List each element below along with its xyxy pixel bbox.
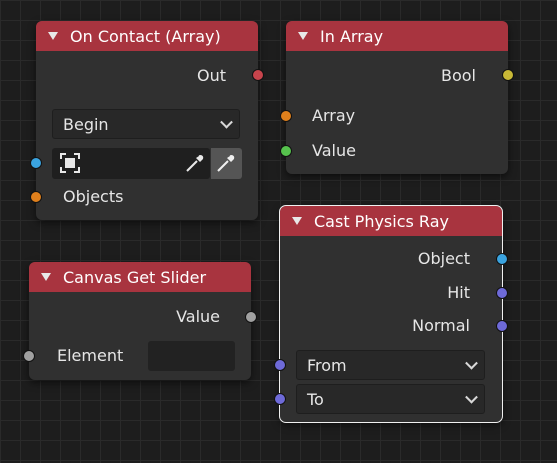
node-header[interactable]: In Array (286, 21, 508, 51)
node-header[interactable]: Canvas Get Slider (29, 262, 251, 292)
socket-value-input[interactable] (280, 145, 292, 157)
node-header[interactable]: Cast Physics Ray (280, 206, 502, 236)
collapse-triangle-icon[interactable] (48, 32, 58, 40)
socket-object-input[interactable] (30, 157, 42, 169)
output-label-normal: Normal (412, 316, 470, 335)
socket-to-input[interactable] (274, 393, 286, 405)
eyedropper-button[interactable] (211, 148, 242, 179)
socket-value-output[interactable] (245, 311, 257, 323)
mode-dropdown-value: Begin (63, 114, 109, 134)
collapse-triangle-icon[interactable] (298, 32, 308, 40)
to-field-value: To (307, 389, 324, 409)
element-text-field[interactable] (148, 341, 235, 371)
collapse-triangle-icon[interactable] (41, 273, 51, 281)
socket-out[interactable] (252, 69, 264, 81)
node-in-array[interactable]: In Array Bool Array Value (286, 21, 508, 174)
chevron-down-icon (465, 390, 478, 404)
socket-object-output[interactable] (496, 253, 508, 265)
node-title: Canvas Get Slider (63, 267, 207, 287)
node-title: In Array (320, 26, 384, 46)
input-label-array: Array (312, 106, 356, 125)
input-label-objects: Objects (63, 187, 124, 206)
mode-dropdown[interactable]: Begin (52, 109, 240, 139)
socket-hit-output[interactable] (496, 287, 508, 299)
from-field-value: From (307, 355, 347, 375)
socket-normal-output[interactable] (496, 320, 508, 332)
socket-array-input[interactable] (280, 110, 292, 122)
node-cast-physics-ray[interactable]: Cast Physics Ray Object Hit Normal From … (279, 205, 503, 423)
node-on-contact-array[interactable]: On Contact (Array) Out Begin Objects (36, 21, 258, 220)
eyedropper-icon[interactable] (184, 152, 206, 174)
chevron-down-icon (220, 115, 233, 129)
to-vector-field[interactable]: To (296, 384, 485, 414)
socket-element-input[interactable] (23, 350, 35, 362)
node-canvas-get-slider[interactable]: Canvas Get Slider Value Element (29, 262, 251, 380)
output-label-bool: Bool (441, 66, 476, 85)
output-label-value: Value (176, 307, 220, 326)
collapse-triangle-icon[interactable] (292, 217, 302, 225)
node-title: Cast Physics Ray (314, 211, 449, 231)
output-label-hit: Hit (447, 283, 470, 302)
socket-bool-output[interactable] (502, 69, 514, 81)
input-label-element: Element (57, 346, 124, 365)
node-title: On Contact (Array) (70, 26, 221, 46)
chevron-down-icon (465, 356, 478, 370)
object-field[interactable] (52, 148, 210, 179)
socket-from-input[interactable] (274, 359, 286, 371)
output-label-object: Object (417, 249, 470, 268)
socket-objects-input[interactable] (30, 191, 42, 203)
node-header[interactable]: On Contact (Array) (36, 21, 258, 51)
output-label-out: Out (196, 66, 226, 85)
input-label-value: Value (312, 141, 356, 160)
from-vector-field[interactable]: From (296, 350, 485, 380)
eyedropper-icon (217, 155, 235, 172)
object-select-icon (60, 153, 80, 173)
